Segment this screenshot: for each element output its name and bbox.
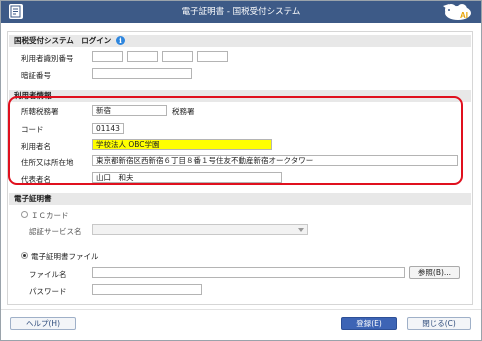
file-name-label: ファイル名: [29, 270, 67, 279]
file-name-input[interactable]: [92, 267, 405, 278]
address-label: 住所又は所在地: [21, 158, 74, 167]
pin-label: 暗証番号: [21, 71, 51, 80]
form-panel: 国税受付システム ログイン i 利用者識別番号 暗証番号 利用者情報 所轄税務署…: [7, 31, 473, 305]
auth-service-label: 認証サービス名: [29, 227, 82, 236]
close-button[interactable]: 閉じる(C): [407, 317, 471, 330]
ai-logo-icon: AI: [435, 2, 475, 22]
ai-logo-text: AI: [460, 11, 468, 20]
certificate-section-title: 電子証明書: [14, 194, 52, 203]
user-name-input[interactable]: 学校法人 OBC学園: [92, 139, 272, 150]
info-icon[interactable]: i: [116, 36, 125, 45]
user-info-section-title: 利用者情報: [14, 91, 52, 100]
auth-service-select[interactable]: [92, 224, 308, 235]
register-button[interactable]: 登録(E): [341, 317, 397, 330]
tax-office-input[interactable]: 新宿: [92, 105, 167, 116]
code-input[interactable]: 01143: [92, 123, 124, 134]
pin-input[interactable]: [92, 68, 192, 79]
user-id-input-2[interactable]: [127, 51, 158, 62]
password-label: パスワード: [29, 287, 67, 296]
cert-file-label: 電子証明書ファイル: [31, 252, 99, 261]
browse-button[interactable]: 参照(B)...: [409, 266, 460, 279]
certificate-section-header: 電子証明書: [9, 193, 471, 205]
representative-label: 代表者名: [21, 175, 51, 184]
password-input[interactable]: [92, 284, 202, 295]
user-id-input-3[interactable]: [162, 51, 193, 62]
user-id-input-4[interactable]: [197, 51, 228, 62]
login-section-header: 国税受付システム ログイン: [9, 35, 471, 47]
footer-divider: [1, 309, 481, 310]
chevron-down-icon: [298, 228, 304, 232]
login-section-title: 国税受付システム ログイン: [14, 36, 112, 45]
ic-card-label: ＩＣカード: [31, 211, 69, 220]
user-info-section-header: 利用者情報: [9, 90, 471, 102]
code-label: コード: [21, 125, 44, 134]
user-id-input-1[interactable]: [92, 51, 123, 62]
ic-card-radio[interactable]: [21, 211, 28, 218]
representative-input[interactable]: 山口 和夫: [92, 172, 282, 183]
help-button[interactable]: ヘルプ(H): [10, 317, 76, 330]
dialog-window: 電子証明書 - 国税受付システム AI 国税受付システム ログイン i 利用者識…: [0, 0, 482, 341]
cert-file-radio[interactable]: [21, 252, 28, 259]
window-title: 電子証明書 - 国税受付システム: [181, 7, 301, 17]
user-id-label: 利用者識別番号: [21, 54, 74, 63]
tax-office-suffix: 税務署: [172, 107, 195, 116]
user-name-label: 利用者名: [21, 142, 51, 151]
address-input[interactable]: 東京都新宿区西新宿６丁目８番１号住友不動産新宿オークタワー: [92, 155, 458, 166]
title-bar: 電子証明書 - 国税受付システム AI: [1, 1, 481, 23]
tax-office-label: 所轄税務署: [21, 107, 59, 116]
